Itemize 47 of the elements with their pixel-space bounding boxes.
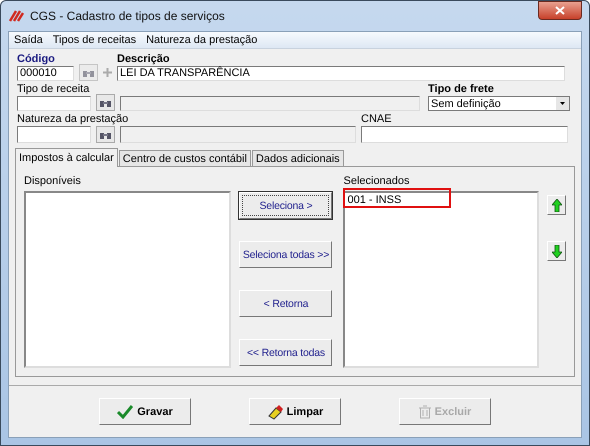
checkmark-icon <box>117 404 134 418</box>
binoculars-icon <box>100 130 111 138</box>
field-label: CNAE <box>361 113 393 126</box>
transfer-button[interactable]: << Retorna todas <box>239 339 332 366</box>
menu-item[interactable]: Saída <box>14 34 43 46</box>
action-button[interactable]: Limpar <box>249 398 341 425</box>
menu-item[interactable]: Tipos de receitas <box>52 34 136 46</box>
move-up-button[interactable] <box>547 195 566 215</box>
nature-field[interactable] <box>17 126 91 143</box>
field-label: Tipo de receita <box>17 83 90 96</box>
move-down-button[interactable] <box>547 241 566 261</box>
list-label: Selecionados <box>343 175 411 188</box>
close-icon <box>555 6 565 15</box>
search-button[interactable] <box>79 64 98 81</box>
field-label: Tipo de frete <box>428 83 495 96</box>
search-button[interactable] <box>96 126 115 143</box>
field-label: Natureza da prestação <box>17 113 130 126</box>
action-button[interactable]: Gravar <box>99 398 191 425</box>
close-button[interactable] <box>538 1 582 20</box>
transfer-button[interactable]: < Retorna <box>239 290 332 317</box>
code-field[interactable]: 000010 <box>17 66 74 81</box>
eraser-icon <box>266 404 283 420</box>
down-arrow-icon <box>552 244 562 258</box>
binoculars-icon <box>100 98 111 106</box>
revenue-type-field[interactable] <box>17 96 91 111</box>
tab[interactable]: Centro de custos contábil <box>118 150 251 167</box>
app-logo-icon <box>8 10 24 22</box>
list-item[interactable]: 001 - INSS <box>345 193 537 207</box>
freight-type-dropdown[interactable]: Sem definição <box>428 96 570 111</box>
transfer-button[interactable]: Seleciona todas >> <box>239 241 332 268</box>
up-arrow-icon <box>552 198 562 212</box>
field-label: Código <box>17 53 56 66</box>
field-label: Descrição <box>117 53 171 66</box>
tab[interactable]: Dados adicionais <box>252 150 344 167</box>
binoculars-icon <box>83 68 94 76</box>
selected-list[interactable]: 001 - INSS <box>343 191 539 368</box>
available-list[interactable] <box>24 191 232 368</box>
transfer-button[interactable]: Seleciona > <box>239 192 332 219</box>
plus-icon <box>103 68 112 77</box>
list-label: Disponíveis <box>24 175 82 188</box>
search-button[interactable] <box>96 94 115 111</box>
description-field[interactable]: LEI DA TRANSPARÊNCIA <box>117 66 565 81</box>
cnae-field[interactable] <box>361 126 568 143</box>
trash-icon <box>418 404 431 418</box>
window-title: CGS - Cadastro de tipos de serviços <box>30 9 225 23</box>
menu-item[interactable]: Natureza da prestação <box>146 34 258 46</box>
tab[interactable]: Impostos à calcular <box>15 148 118 167</box>
